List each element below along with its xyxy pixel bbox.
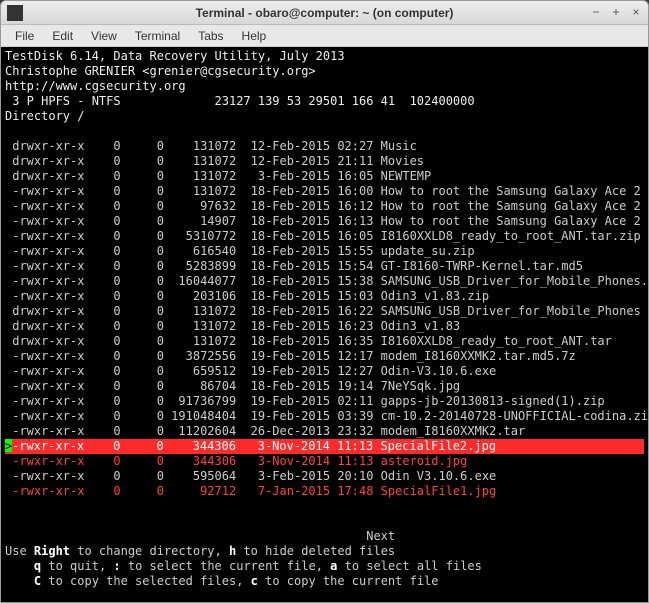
file-row[interactable]: drwxr-xr-x 0 0 131072 18-Feb-2015 16:22 … — [5, 304, 644, 319]
cursor-icon: > — [5, 439, 12, 452]
minimize-icon[interactable]: − — [588, 4, 604, 20]
menu-view[interactable]: View — [83, 27, 125, 45]
menu-file[interactable]: File — [7, 27, 42, 45]
file-row[interactable]: -rwxr-xr-x 0 0 14907 18-Feb-2015 16:13 H… — [5, 214, 644, 229]
titlebar[interactable]: Terminal - obaro@computer: ~ (on compute… — [1, 1, 648, 25]
file-row[interactable]: -rwxr-xr-x 0 0 3872556 19-Feb-2015 12:17… — [5, 349, 644, 364]
partition-line: 3 P HPFS - NTFS 23127 139 53 29501 166 4… — [5, 94, 644, 109]
terminal-window: Terminal - obaro@computer: ~ (on compute… — [0, 0, 649, 603]
hint-line: C to copy the selected files, c to copy … — [5, 574, 644, 589]
app-header-line: http://www.cgsecurity.org — [5, 79, 644, 94]
file-row[interactable]: -rwxr-xr-x 0 0 203106 18-Feb-2015 15:03 … — [5, 289, 644, 304]
close-icon[interactable]: × — [628, 4, 644, 20]
pager-next: Next — [5, 529, 644, 544]
menu-edit[interactable]: Edit — [44, 27, 81, 45]
menu-help[interactable]: Help — [234, 27, 275, 45]
file-row[interactable]: -rwxr-xr-x 0 0 616540 18-Feb-2015 15:55 … — [5, 244, 644, 259]
file-row[interactable]: -rwxr-xr-x 0 0 16044077 18-Feb-2015 15:3… — [5, 274, 644, 289]
file-row[interactable]: -rwxr-xr-x 0 0 5283899 18-Feb-2015 15:54… — [5, 259, 644, 274]
file-row[interactable]: drwxr-xr-x 0 0 131072 12-Feb-2015 21:11 … — [5, 154, 644, 169]
file-row-deleted[interactable]: -rwxr-xr-x 0 0 344306 3-Nov-2014 11:13 a… — [5, 454, 644, 469]
app-icon — [7, 5, 23, 24]
menu-terminal[interactable]: Terminal — [127, 27, 188, 45]
terminal-output[interactable]: TestDisk 6.14, Data Recovery Utility, Ju… — [1, 47, 648, 602]
file-row[interactable]: drwxr-xr-x 0 0 131072 3-Feb-2015 16:05 N… — [5, 169, 644, 184]
window-title: Terminal - obaro@computer: ~ (on compute… — [196, 6, 454, 20]
file-row[interactable]: -rwxr-xr-x 0 0 86704 18-Feb-2015 19:14 7… — [5, 379, 644, 394]
file-row[interactable]: drwxr-xr-x 0 0 131072 18-Feb-2015 16:23 … — [5, 319, 644, 334]
menu-tabs[interactable]: Tabs — [190, 27, 231, 45]
file-row[interactable]: -rwxr-xr-x 0 0 11202604 26-Dec-2013 23:3… — [5, 424, 644, 439]
maximize-icon[interactable]: + — [608, 4, 624, 20]
app-header-line: TestDisk 6.14, Data Recovery Utility, Ju… — [5, 49, 644, 64]
file-row[interactable]: -rwxr-xr-x 0 0 131072 18-Feb-2015 16:00 … — [5, 184, 644, 199]
file-row[interactable]: -rwxr-xr-x 0 0 97632 18-Feb-2015 16:12 H… — [5, 199, 644, 214]
app-header-line: Christophe GRENIER <grenier@cgsecurity.o… — [5, 64, 644, 79]
file-row[interactable]: drwxr-xr-x 0 0 131072 18-Feb-2015 16:35 … — [5, 334, 644, 349]
directory-line: Directory / — [5, 109, 644, 124]
file-row-deleted[interactable]: -rwxr-xr-x 0 0 92712 7-Jan-2015 17:48 Sp… — [5, 484, 644, 499]
hint-line: q to quit, : to select the current file,… — [5, 559, 644, 574]
file-row-selected[interactable]: >-rwxr-xr-x 0 0 344306 3-Nov-2014 11:13 … — [5, 439, 644, 454]
file-row[interactable]: -rwxr-xr-x 0 0 191048404 19-Feb-2015 03:… — [5, 409, 644, 424]
file-row[interactable]: -rwxr-xr-x 0 0 91736799 19-Feb-2015 02:1… — [5, 394, 644, 409]
file-row[interactable]: -rwxr-xr-x 0 0 659512 19-Feb-2015 12:27 … — [5, 364, 644, 379]
file-row[interactable]: drwxr-xr-x 0 0 131072 12-Feb-2015 02:27 … — [5, 139, 644, 154]
file-row[interactable]: -rwxr-xr-x 0 0 595064 3-Feb-2015 20:10 O… — [5, 469, 644, 484]
file-row[interactable]: -rwxr-xr-x 0 0 5310772 18-Feb-2015 16:05… — [5, 229, 644, 244]
menubar: File Edit View Terminal Tabs Help — [1, 25, 648, 47]
hint-line: Use Right to change directory, h to hide… — [5, 544, 644, 559]
